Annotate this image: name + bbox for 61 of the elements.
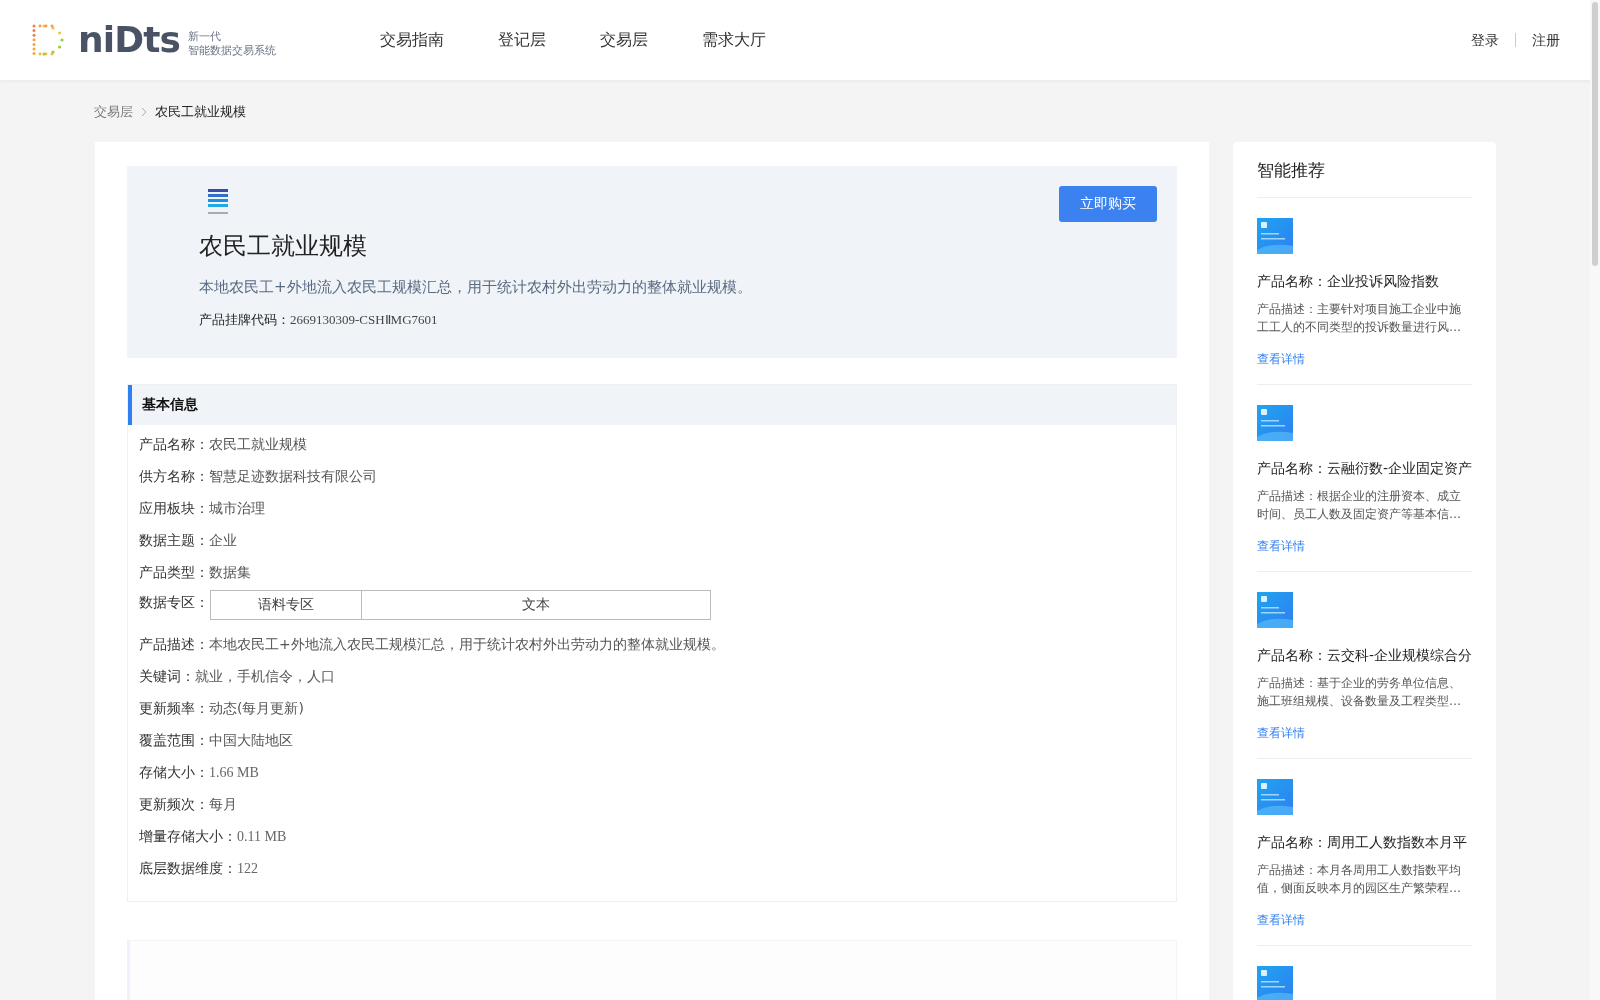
buy-button[interactable]: 立即购买 bbox=[1059, 185, 1157, 222]
details-link[interactable]: 查看详情 bbox=[1257, 350, 1472, 368]
field-value: 城市治理 bbox=[209, 499, 265, 518]
field-label: 更新频次： bbox=[139, 795, 209, 814]
product-name: 产品名称：周用工人数指数本月平 bbox=[1257, 833, 1468, 852]
field-value: 智慧足迹数据科技有限公司 bbox=[209, 467, 377, 486]
nav-link[interactable]: 登记层 bbox=[498, 28, 546, 52]
product-name: 产品名称：企业投诉风险指数 bbox=[1257, 272, 1440, 291]
section-title: 基本信息 bbox=[142, 395, 198, 414]
field-value: 1.66 MB bbox=[209, 764, 259, 782]
panel-title: 智能推荐 bbox=[1257, 157, 1472, 198]
code-label: 产品挂牌代码： bbox=[199, 311, 290, 329]
breadcrumb-current[interactable]: 农民工就业规模 bbox=[155, 102, 246, 122]
nav-link[interactable]: 交易层 bbox=[600, 28, 648, 52]
field-value: 农民工就业规模 bbox=[209, 435, 307, 454]
field-label: 产品类型： bbox=[139, 563, 209, 582]
details-link[interactable]: 查看详情 bbox=[1257, 724, 1472, 742]
field-label: 产品名称： bbox=[139, 435, 209, 454]
field-label: 数据主题： bbox=[139, 531, 209, 550]
table-cell: 语料专区 bbox=[211, 590, 362, 619]
field-value: 122 bbox=[237, 860, 258, 878]
field-label: 数据专区： bbox=[139, 592, 209, 612]
product-title: 农民工就业规模 bbox=[199, 230, 368, 262]
field-label: 底层数据维度： bbox=[139, 859, 237, 878]
product-description: 产品描述：根据企业的注册资本、成立时间、员工人数及固定资产等基本信… bbox=[1257, 488, 1462, 523]
field-label: 关键词： bbox=[139, 667, 195, 686]
product-description: 产品描述：本月各周用工人数指数平均值，侧面反映本月的园区生产繁荣程… bbox=[1257, 862, 1462, 897]
field-label: 产品描述： bbox=[139, 635, 209, 654]
field-value: 就业，手机信令，人口 bbox=[195, 667, 335, 686]
product-name: 产品名称：云交科-企业规模综合分 bbox=[1257, 646, 1472, 665]
field-label: 更新频率： bbox=[139, 699, 209, 718]
field-label: 供方名称： bbox=[139, 467, 209, 486]
code-value: 2669130309-CSHⅡMG7601 bbox=[290, 311, 438, 329]
product-name: 产品名称：云融衍数-企业固定资产 bbox=[1257, 459, 1472, 478]
field-label: 应用板块： bbox=[139, 499, 209, 518]
logo-tagline: 新一代 bbox=[188, 30, 222, 44]
field-value: 中国大陆地区 bbox=[209, 731, 293, 750]
field-value: 数据集 bbox=[209, 563, 251, 582]
details-link[interactable]: 查看详情 bbox=[1257, 911, 1472, 929]
details-link[interactable]: 查看详情 bbox=[1257, 537, 1472, 555]
login-link[interactable]: 登录 bbox=[1471, 29, 1499, 51]
logo-wordmark: niDts bbox=[78, 22, 180, 58]
field-label: 存储大小： bbox=[139, 763, 209, 782]
field-value: 0.11 MB bbox=[237, 828, 287, 846]
product-description: 产品描述：主要针对项目施工企业中施工工人的不同类型的投诉数量进行风… bbox=[1257, 301, 1462, 336]
field-value: 企业 bbox=[209, 531, 237, 550]
breadcrumb-link[interactable]: 交易层 bbox=[94, 102, 133, 122]
field-label: 增量存储大小： bbox=[139, 827, 237, 846]
product-summary: 本地农民工+外地流入农民工规模汇总，用于统计农村外出劳动力的整体就业规模。 bbox=[199, 276, 753, 298]
nav-link[interactable]: 需求大厅 bbox=[702, 28, 766, 52]
field-value: 本地农民工+外地流入农民工规模汇总，用于统计农村外出劳动力的整体就业规模。 bbox=[209, 635, 725, 654]
logo-tagline: 智能数据交易系统 bbox=[188, 44, 276, 58]
product-description: 产品描述：基于企业的劳务单位信息、施工班组规模、设备数量及工程类型… bbox=[1257, 675, 1462, 710]
field-value: 动态(每月更新) bbox=[209, 699, 304, 718]
field-label: 覆盖范围： bbox=[139, 731, 209, 750]
scrollbar-thumb[interactable] bbox=[1592, 2, 1598, 266]
nav-link[interactable]: 交易指南 bbox=[380, 28, 444, 52]
chevron-right-icon bbox=[141, 106, 147, 117]
register-link[interactable]: 注册 bbox=[1532, 29, 1560, 51]
field-value: 每月 bbox=[209, 795, 237, 814]
table-cell-text: 文本 bbox=[521, 595, 551, 614]
